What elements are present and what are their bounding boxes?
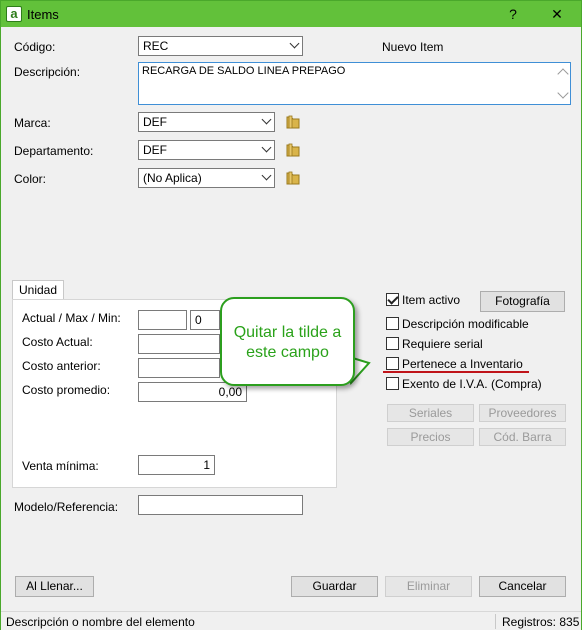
- actual-max-min-label: Actual / Max / Min:: [22, 311, 121, 325]
- folder-icon[interactable]: [285, 114, 301, 130]
- new-item-label: Nuevo Item: [382, 40, 444, 54]
- descripcion-textarea[interactable]: RECARGA DE SALDO LINEA PREPAGO: [138, 62, 571, 105]
- precios-button[interactable]: Precios: [387, 428, 474, 446]
- costo-actual-label: Costo Actual:: [22, 335, 93, 349]
- title-bar: a Items ? ✕: [1, 1, 581, 27]
- codigo-label: Código:: [14, 40, 56, 54]
- costo-actual-input[interactable]: [138, 334, 220, 354]
- cancelar-button[interactable]: Cancelar: [479, 576, 566, 597]
- status-registros: Registros: 835: [502, 615, 580, 629]
- marca-combo[interactable]: DEF: [138, 112, 275, 132]
- folder-icon[interactable]: [285, 142, 301, 158]
- costo-anterior-input[interactable]: [138, 358, 220, 378]
- color-label: Color:: [14, 172, 47, 186]
- fotografia-button[interactable]: Fotografía: [480, 291, 565, 312]
- item-activo-label: Item activo: [402, 293, 461, 307]
- requiere-serial-checkbox[interactable]: [386, 337, 399, 350]
- descripcion-value: RECARGA DE SALDO LINEA PREPAGO: [142, 65, 346, 77]
- codigo-combo[interactable]: REC: [138, 36, 303, 56]
- help-button[interactable]: ?: [501, 4, 525, 24]
- codigo-value: REC: [143, 39, 169, 53]
- costo-anterior-label: Costo anterior:: [22, 359, 101, 373]
- callout-line1: Quitar la tilde a: [233, 324, 342, 341]
- close-button[interactable]: ✕: [545, 4, 569, 24]
- venta-minima-input[interactable]: 1: [138, 455, 215, 475]
- chevron-down-icon: [261, 114, 272, 125]
- tab-unidad[interactable]: Unidad: [12, 280, 64, 300]
- costo-promedio-label: Costo promedio:: [22, 383, 111, 397]
- color-combo[interactable]: (No Aplica): [138, 168, 275, 188]
- al-llenar-button[interactable]: Al Llenar...: [15, 576, 94, 597]
- chevron-down-icon: [261, 170, 272, 181]
- status-hint: Descripción o nombre del elemento: [6, 615, 195, 629]
- departamento-value: DEF: [143, 143, 167, 157]
- status-bar: Descripción o nombre del elemento Regist…: [1, 611, 581, 630]
- callout-line2: este campo: [246, 344, 329, 361]
- max-input[interactable]: 0: [190, 310, 220, 330]
- highlight-underline: [383, 371, 529, 373]
- requiere-serial-label: Requiere serial: [402, 337, 483, 351]
- descripcion-label: Descripción:: [14, 65, 81, 79]
- app-logo-icon: a: [6, 6, 22, 22]
- descripcion-modificable-checkbox[interactable]: [386, 317, 399, 330]
- seriales-button[interactable]: Seriales: [387, 404, 474, 422]
- pertenece-inventario-label: Pertenece a Inventario: [402, 357, 523, 371]
- modelo-label: Modelo/Referencia:: [14, 500, 119, 514]
- items-window: a Items ? ✕ Código: REC Nuevo Item Descr…: [0, 0, 582, 630]
- status-divider: [495, 614, 496, 629]
- chevron-down-icon: [261, 142, 272, 153]
- chevron-down-icon: [289, 38, 300, 49]
- modelo-input[interactable]: [138, 495, 303, 515]
- guardar-button[interactable]: Guardar: [291, 576, 378, 597]
- item-activo-checkbox[interactable]: [386, 293, 399, 306]
- exento-iva-checkbox[interactable]: [386, 377, 399, 390]
- eliminar-button[interactable]: Eliminar: [385, 576, 472, 597]
- scroll-up-icon[interactable]: [557, 68, 569, 80]
- pertenece-inventario-checkbox[interactable]: [386, 357, 399, 370]
- departamento-combo[interactable]: DEF: [138, 140, 275, 160]
- window-title: Items: [27, 7, 59, 22]
- marca-label: Marca:: [14, 116, 51, 130]
- proveedores-button[interactable]: Proveedores: [479, 404, 566, 422]
- exento-iva-label: Exento de I.V.A. (Compra): [402, 377, 542, 391]
- folder-icon[interactable]: [285, 170, 301, 186]
- scroll-down-icon[interactable]: [557, 87, 569, 99]
- actual-input[interactable]: [138, 310, 187, 330]
- cod-barra-button[interactable]: Cód. Barra: [479, 428, 566, 446]
- descripcion-modificable-label: Descripción modificable: [402, 317, 529, 331]
- color-value: (No Aplica): [143, 171, 202, 185]
- callout-note: Quitar la tilde a este campo: [220, 297, 355, 386]
- marca-value: DEF: [143, 115, 167, 129]
- venta-minima-label: Venta mínima:: [22, 459, 99, 473]
- departamento-label: Departamento:: [14, 144, 94, 158]
